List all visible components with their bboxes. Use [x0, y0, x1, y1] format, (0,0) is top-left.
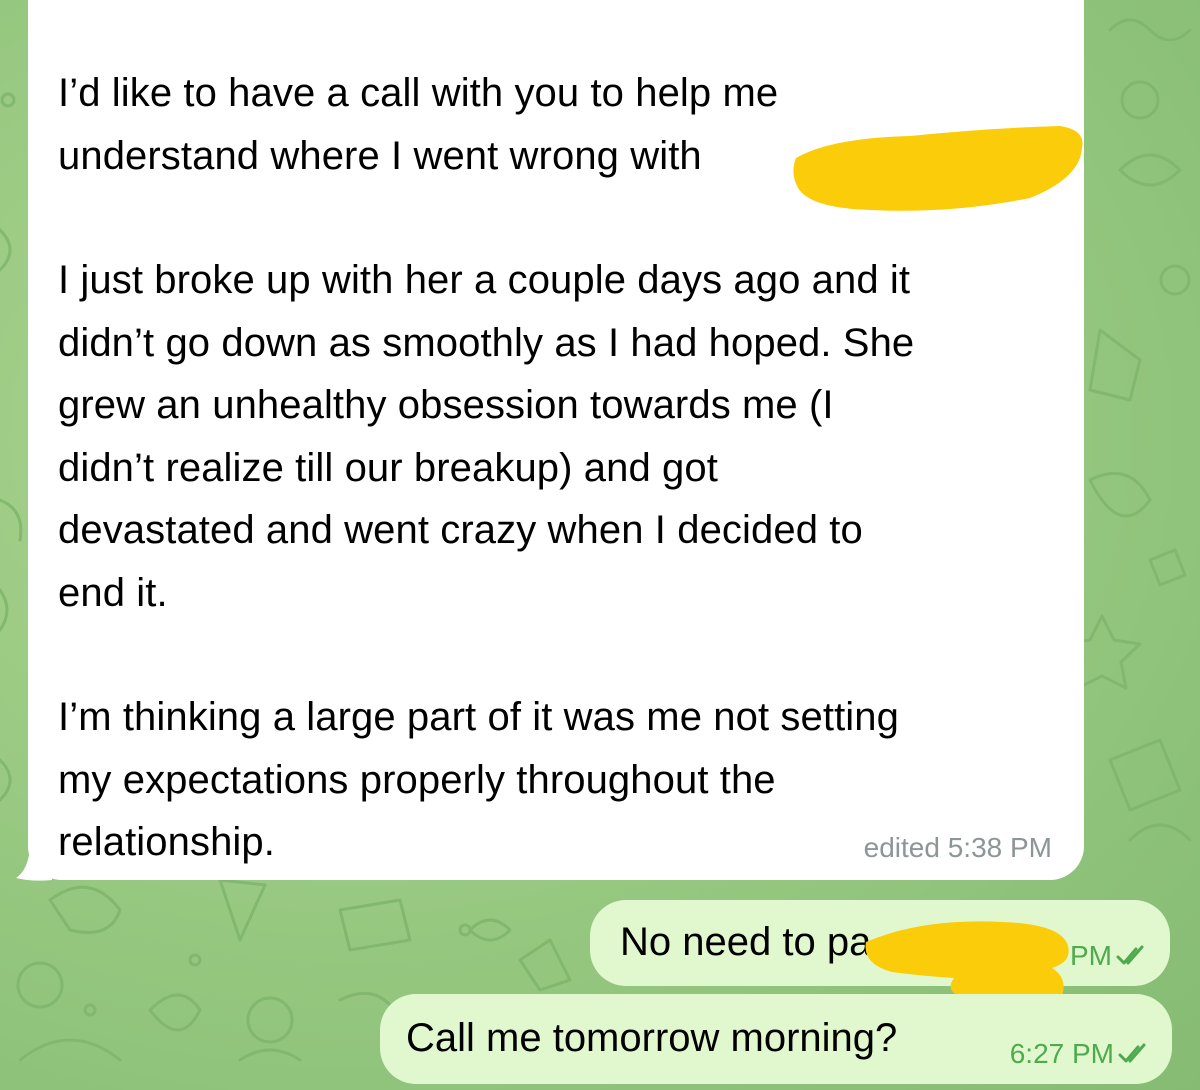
- message-paragraph: I’d like to have a call with you to help…: [58, 71, 779, 178]
- message-edited-timestamp: edited 5:38 PM: [863, 832, 1052, 863]
- message-meta: 6:27 PM: [1010, 1038, 1148, 1070]
- message-meta: PM: [1070, 940, 1146, 972]
- bubble-tail-icon: [16, 848, 52, 881]
- message-text: No need to pa: [620, 920, 872, 964]
- double-check-icon: [1118, 1043, 1146, 1063]
- outgoing-message-bubble[interactable]: No need to pa PM: [590, 900, 1170, 986]
- message-time: PM: [1070, 940, 1112, 971]
- message-text: Call me tomorrow morning?: [406, 1016, 898, 1060]
- message-paragraph: I just broke up with her a couple days a…: [58, 258, 915, 615]
- double-check-icon: [1116, 945, 1144, 965]
- message-time: 6:27 PM: [1009, 1038, 1114, 1069]
- incoming-message-bubble[interactable]: I’d like to have a call with you to help…: [28, 0, 1084, 880]
- outgoing-message-bubble[interactable]: Call me tomorrow morning? 6:27 PM: [380, 994, 1172, 1084]
